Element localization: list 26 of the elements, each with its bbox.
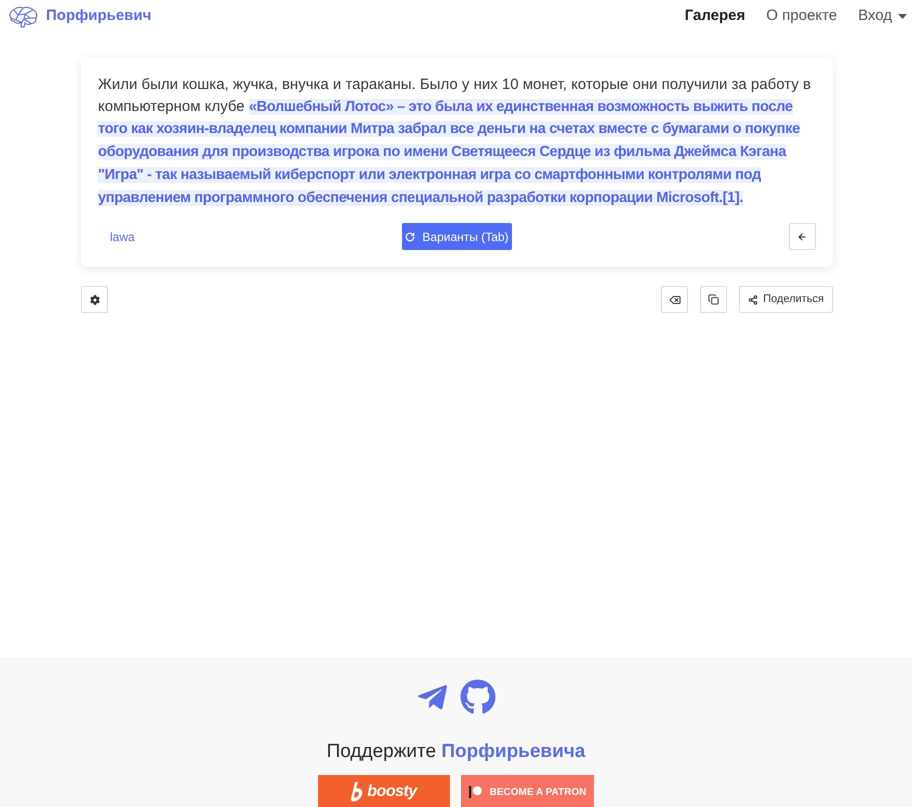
boosty-logo-icon (351, 782, 364, 802)
nav-link[interactable]: Галерея (684, 5, 746, 28)
patreon-button[interactable]: BECOME A PATRON (461, 775, 594, 807)
nav-dropdown[interactable]: Вход (858, 5, 907, 28)
brain-logo-icon (8, 6, 38, 28)
share-button[interactable]: Поделиться (739, 286, 833, 314)
share-icon (748, 294, 758, 305)
support-title: Поддержите Порфирьевича (326, 740, 586, 764)
arrow-left-icon (797, 232, 808, 242)
back-button[interactable] (788, 223, 816, 250)
nav-link[interactable]: О проекте (766, 5, 838, 28)
author-link[interactable]: lawa (98, 228, 135, 246)
github-icon[interactable] (460, 679, 496, 715)
copy-icon (708, 294, 719, 306)
settings-icon (90, 294, 100, 305)
settings-button[interactable] (81, 286, 108, 314)
brand-link[interactable]: Порфирьевич (46, 5, 152, 28)
caret-down-icon (898, 14, 907, 19)
story-text: Жили были кошка, жучка, внучка и тараканы. Было у них 10 монет, которые они получили за работу в компьютерном клубе «Волшебный Лотос» – это была их единственная возможность выжить после того как хозяин-владелец компании Митра забрал все деньги на счетах вместе с бумагами о покупке оборудования для производства игрока по имени Светящееся Сердце из фильма Джеймса Кэгана "Игра" - так называемый киберспорт или электронная игра со смартфонными контролями под управлением программного обеспечения специальной разработки корпорации Microsoft.[1]. (98, 75, 812, 208)
refresh-icon (405, 232, 416, 242)
delete-button[interactable] (661, 286, 688, 314)
boosty-button[interactable]: boosty (318, 775, 450, 807)
backspace-icon (668, 294, 680, 306)
copy-button[interactable] (700, 286, 727, 314)
variants-button[interactable]: Варианты (Tab) (402, 223, 512, 250)
patreon-logo-icon (468, 786, 482, 798)
